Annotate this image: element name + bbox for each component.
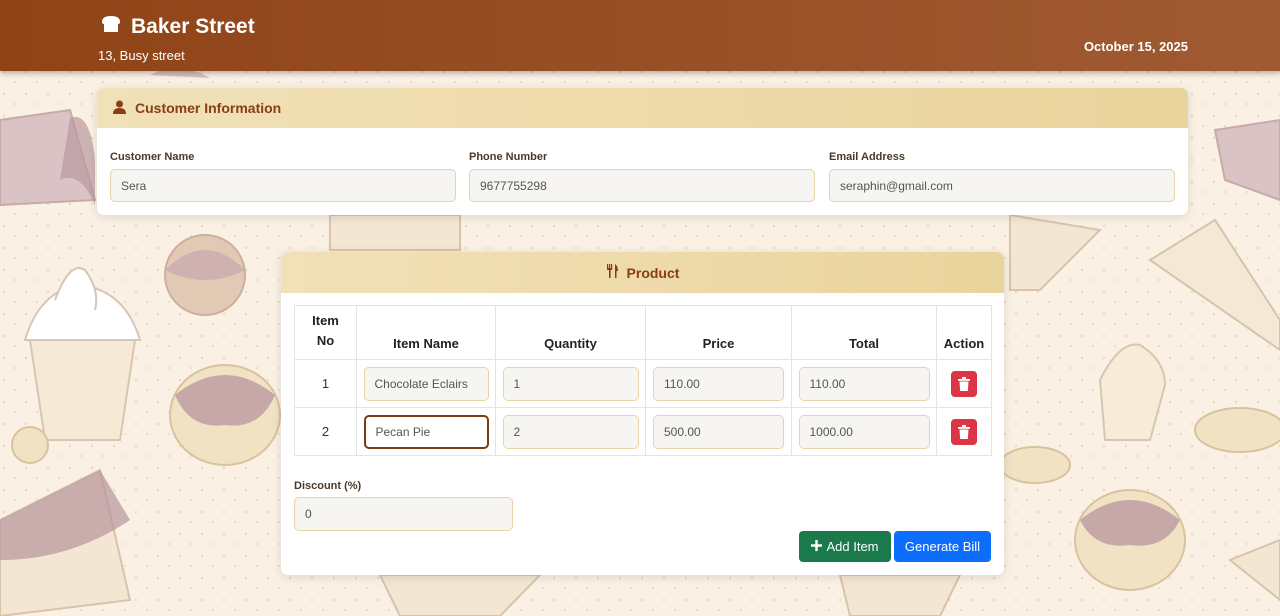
delete-item-button[interactable] (951, 418, 977, 445)
phone-number-input[interactable]: 9677755298 (469, 169, 815, 202)
table-row: 2 Pecan Pie 2 500.00 1000.00 (294, 407, 992, 456)
delete-item-button[interactable] (951, 370, 977, 397)
store-address: 13, Busy street (98, 48, 185, 63)
item-no: 2 (294, 407, 357, 456)
email-address-label: Email Address (829, 151, 906, 163)
user-icon (113, 100, 126, 117)
item-name-input[interactable]: Pecan Pie (363, 414, 489, 449)
phone-number-group: Phone Number 9677755298 (469, 151, 815, 202)
product-table: Item No Item Name Quantity Price Total A… (294, 305, 992, 456)
col-item-name: Item Name (356, 305, 496, 360)
col-action: Action (936, 305, 992, 360)
customer-info-header: Customer Information (97, 88, 1188, 128)
current-date: October 15, 2025 (1083, 39, 1188, 54)
email-address-input[interactable]: seraphin@gmail.com (829, 169, 1175, 202)
discount-label: Discount (%) (294, 480, 362, 492)
table-header-row: Item No Item Name Quantity Price Total A… (294, 305, 992, 360)
customer-name-group: Customer Name Sera (110, 151, 456, 202)
price-input[interactable]: 500.00 (653, 414, 784, 449)
trash-icon (958, 424, 970, 439)
discount-input[interactable]: 0 (294, 497, 513, 531)
brand-title: Baker Street (131, 14, 255, 38)
plus-icon (811, 539, 823, 554)
quantity-input[interactable]: 2 (502, 414, 639, 449)
customer-name-input[interactable]: Sera (110, 169, 456, 202)
bread-icon (100, 14, 122, 39)
table-row: 1 Chocolate Eclairs 1 110.00 110.00 (294, 359, 992, 408)
col-quantity: Quantity (495, 305, 646, 360)
col-item-no: Item No (294, 305, 357, 360)
utensils-icon (606, 264, 619, 281)
total-input[interactable]: 110.00 (798, 366, 930, 401)
add-item-button[interactable]: Add Item (799, 531, 891, 562)
product-header: Product (281, 252, 1004, 293)
item-name-input[interactable]: Chocolate Eclairs (363, 366, 489, 401)
col-total: Total (791, 305, 937, 360)
item-no: 1 (294, 359, 357, 408)
customer-info-card: Customer Information Customer Name Sera … (97, 88, 1188, 215)
price-input[interactable]: 110.00 (653, 366, 784, 401)
product-title: Product (626, 264, 680, 281)
brand[interactable]: Baker Street (100, 14, 255, 39)
trash-icon (958, 376, 970, 391)
col-price: Price (645, 305, 792, 360)
app-header: Baker Street 13, Busy street October 15,… (0, 0, 1280, 71)
add-item-label: Add Item (826, 539, 879, 554)
customer-name-label: Customer Name (110, 151, 195, 163)
total-input[interactable]: 1000.00 (798, 414, 930, 449)
generate-bill-button[interactable]: Generate Bill (894, 531, 991, 562)
product-card: Product Item No Item Name Quantity Price… (281, 252, 1004, 575)
customer-info-title: Customer Information (135, 100, 282, 116)
email-address-group: Email Address seraphin@gmail.com (829, 151, 1175, 202)
quantity-input[interactable]: 1 (502, 366, 639, 401)
phone-number-label: Phone Number (469, 151, 548, 163)
